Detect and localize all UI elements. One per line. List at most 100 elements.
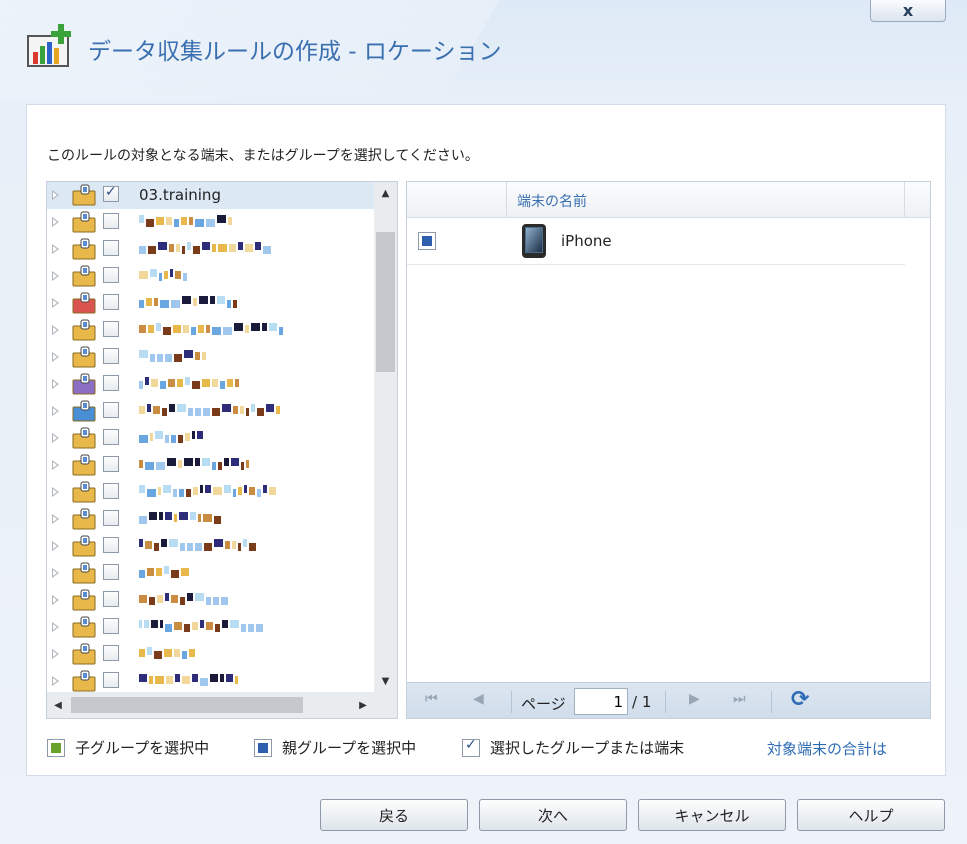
green-indicator-icon [47, 739, 65, 757]
horizontal-scrollbar[interactable]: ◀ ▶ [47, 692, 374, 718]
tree-row-checkbox[interactable] [103, 213, 119, 229]
scroll-down-icon[interactable]: ▼ [374, 670, 397, 692]
tree-row-checkbox[interactable] [103, 672, 119, 688]
tree-row[interactable] [47, 371, 374, 398]
next-button[interactable]: 次へ [479, 799, 627, 831]
tree-row-checkbox[interactable] [103, 564, 119, 580]
scroll-thumb[interactable] [71, 697, 303, 713]
expand-arrow-icon[interactable] [52, 406, 59, 416]
redacted-label [139, 431, 205, 445]
tree-row[interactable] [47, 479, 374, 506]
scroll-left-icon[interactable]: ◀ [47, 692, 69, 718]
total-devices-link[interactable]: 対象端末の合計は [767, 738, 887, 759]
column-header-device-name[interactable]: 端末の名前 [517, 191, 587, 211]
tree-row[interactable] [47, 344, 374, 371]
group-tree[interactable]: 03.training ▲▼◀▶ [46, 181, 398, 719]
scroll-up-icon[interactable]: ▲ [374, 182, 397, 204]
close-icon[interactable]: x [903, 1, 913, 20]
tree-row-checkbox[interactable] [103, 321, 119, 337]
folder-group-icon [72, 184, 96, 206]
tree-row[interactable] [47, 263, 374, 290]
tree-row[interactable] [47, 506, 374, 533]
tree-row-checkbox[interactable] [103, 267, 119, 283]
tree-row[interactable] [47, 560, 374, 587]
expand-arrow-icon[interactable] [52, 190, 59, 200]
expand-arrow-icon[interactable] [52, 433, 59, 443]
expand-arrow-icon[interactable] [52, 676, 59, 686]
redacted-label [139, 593, 230, 607]
tree-row[interactable] [47, 668, 374, 695]
tree-row-checkbox[interactable] [103, 591, 119, 607]
expand-arrow-icon[interactable] [52, 649, 59, 659]
tree-row-checkbox[interactable] [103, 645, 119, 661]
tree-row-checkbox[interactable] [103, 618, 119, 634]
first-page-icon[interactable]: ⏮ [425, 691, 438, 707]
expand-arrow-icon[interactable] [52, 379, 59, 389]
tree-row[interactable] [47, 452, 374, 479]
page-number-input[interactable] [574, 688, 628, 715]
redacted-label [139, 242, 273, 256]
tree-row-checkbox[interactable] [103, 510, 119, 526]
tree-row-checkbox[interactable] [103, 402, 119, 418]
redacted-label [139, 269, 189, 283]
tree-row[interactable] [47, 533, 374, 560]
expand-arrow-icon[interactable] [52, 244, 59, 254]
next-page-icon[interactable]: ▶ [689, 691, 700, 707]
tree-row-checkbox[interactable] [103, 348, 119, 364]
tree-row[interactable] [47, 641, 374, 668]
expand-arrow-icon[interactable] [52, 514, 59, 524]
scroll-right-icon[interactable]: ▶ [352, 692, 374, 718]
tree-row[interactable] [47, 290, 374, 317]
cancel-button[interactable]: キャンセル [638, 799, 786, 831]
tree-row-checkbox[interactable] [103, 375, 119, 391]
prev-page-icon[interactable]: ◀ [473, 691, 484, 707]
page-total: / 1 [632, 693, 652, 711]
expand-arrow-icon[interactable] [52, 325, 59, 335]
tree-row[interactable] [47, 236, 374, 263]
tree-row-checkbox[interactable] [103, 483, 119, 499]
redacted-label [139, 215, 234, 229]
row-checkbox[interactable] [418, 232, 436, 250]
tree-row-checkbox[interactable] [103, 429, 119, 445]
tree-row-checkbox[interactable] [103, 294, 119, 310]
legend-selected-label: 選択したグループまたは端末 [490, 739, 685, 757]
vertical-scrollbar[interactable]: ▲ ▼ [374, 182, 397, 692]
redacted-label [139, 485, 278, 499]
redacted-label [139, 296, 239, 310]
folder-group-icon [72, 562, 96, 584]
expand-arrow-icon[interactable] [52, 622, 59, 632]
tree-row[interactable] [47, 317, 374, 344]
tree-row[interactable]: 03.training [47, 182, 374, 209]
table-row[interactable]: iPhone [407, 218, 905, 265]
tree-row[interactable] [47, 614, 374, 641]
tree-row[interactable] [47, 398, 374, 425]
expand-arrow-icon[interactable] [52, 541, 59, 551]
tree-row-checkbox[interactable] [103, 456, 119, 472]
close-button[interactable]: x [870, 0, 946, 22]
folder-group-icon [72, 238, 96, 260]
expand-arrow-icon[interactable] [52, 460, 59, 470]
folder-group-red-icon [72, 292, 96, 314]
tree-row-checkbox[interactable] [103, 184, 119, 202]
expand-arrow-icon[interactable] [52, 298, 59, 308]
redacted-label [139, 323, 285, 337]
expand-arrow-icon[interactable] [52, 568, 59, 578]
expand-arrow-icon[interactable] [52, 595, 59, 605]
back-button[interactable]: 戻る [320, 799, 468, 831]
tree-row-checkbox[interactable] [103, 240, 119, 256]
scroll-thumb[interactable] [376, 232, 395, 372]
expand-arrow-icon[interactable] [52, 487, 59, 497]
folder-group-icon [72, 319, 96, 341]
folder-group-icon [72, 427, 96, 449]
tree-row-checkbox[interactable] [103, 537, 119, 553]
tree-row[interactable] [47, 209, 374, 236]
expand-arrow-icon[interactable] [52, 271, 59, 281]
folder-group-icon [72, 508, 96, 530]
refresh-icon[interactable]: ⟳ [791, 687, 809, 712]
tree-row[interactable] [47, 587, 374, 614]
last-page-icon[interactable]: ⏭ [733, 691, 746, 707]
expand-arrow-icon[interactable] [52, 217, 59, 227]
tree-row[interactable] [47, 425, 374, 452]
expand-arrow-icon[interactable] [52, 352, 59, 362]
help-button[interactable]: ヘルプ [797, 799, 945, 831]
